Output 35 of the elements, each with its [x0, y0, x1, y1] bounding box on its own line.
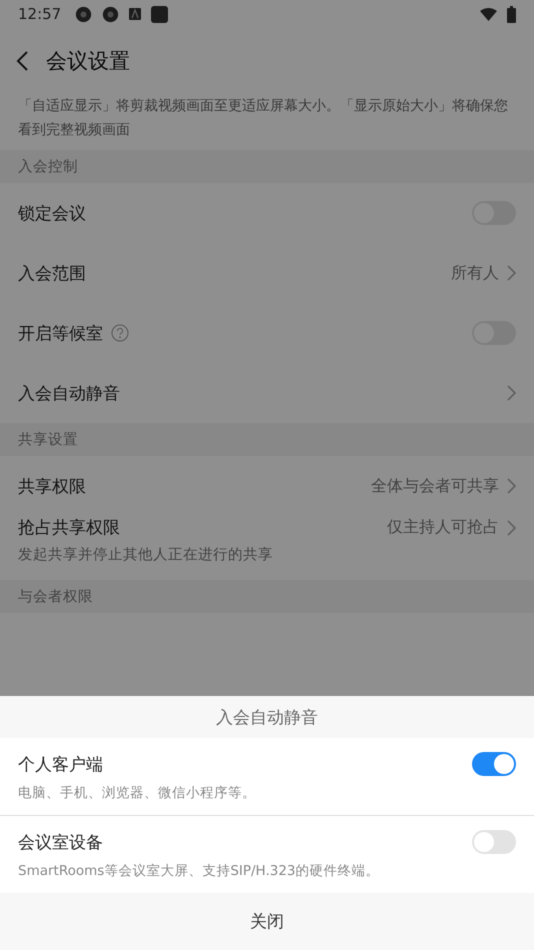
- setting-label: 开启等候室: [18, 322, 103, 344]
- help-icon[interactable]: [111, 324, 129, 342]
- setting-note: 发起共享并停止其他人正在进行的共享: [18, 546, 274, 564]
- toggle-switch[interactable]: [472, 830, 516, 854]
- chevron-right-icon: [507, 520, 516, 536]
- setting-label: 锁定会议: [18, 202, 86, 224]
- section-header: 入会控制: [0, 150, 534, 183]
- aperture-icon: [102, 6, 120, 22]
- status-time: 12:57: [18, 5, 62, 23]
- battery-icon: [507, 6, 516, 22]
- section-header: 共享设置: [0, 423, 534, 456]
- option-description: SmartRooms等会议室大屏、支持SIP/H.323的硬件终端。: [18, 862, 381, 880]
- setting-label: 入会范围: [18, 262, 86, 284]
- description-text: 「自适应显示」将剪裁视频画面至更适应屏幕大小。「显示原始大小」将确保您看到完整视频画面: [17, 97, 509, 140]
- chevron-right-icon: [507, 265, 516, 281]
- setting-value: 全体与会者可共享: [371, 476, 499, 496]
- chevron-right-icon: [507, 385, 516, 401]
- page-title: 会议设置: [46, 48, 130, 75]
- wifi-icon: [480, 8, 497, 20]
- chevron-right-icon: [507, 478, 516, 494]
- option-label: 个人客户端: [18, 754, 103, 776]
- app-icon: [129, 8, 142, 20]
- option-label: 会议室设备: [18, 832, 103, 854]
- back-icon[interactable]: [16, 51, 28, 71]
- setting-value: 仅主持人可抢占: [387, 517, 499, 538]
- toggle-switch[interactable]: [472, 752, 516, 776]
- section-header: 与会者权限: [0, 580, 534, 613]
- option-description: 电脑、手机、浏览器、微信小程序等。: [18, 784, 257, 802]
- aperture-icon: [75, 6, 92, 22]
- setting-label: 抢占共享权限: [18, 517, 120, 539]
- setting-value: 所有人: [451, 262, 499, 284]
- sheet-title: 入会自动静音: [215, 706, 319, 730]
- setting-label: 入会自动静音: [18, 382, 120, 404]
- square-icon: [151, 6, 168, 22]
- setting-label: 共享权限: [18, 476, 86, 498]
